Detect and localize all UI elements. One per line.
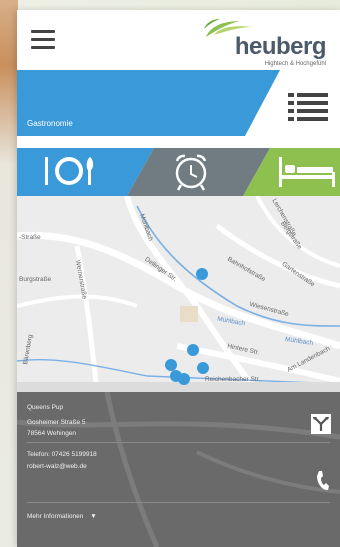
plate-cutlery-icon — [45, 157, 94, 185]
street-label: -Straße — [19, 234, 41, 241]
hamburger-icon[interactable] — [31, 30, 55, 50]
location-street: Gosheimer Straße 5 — [27, 419, 86, 426]
street-label: Reichenbacher Str. — [205, 376, 261, 383]
category-title: Gastronomie — [27, 119, 73, 128]
divider — [27, 502, 330, 503]
location-phone[interactable]: Telefon: 07426 5199918 — [27, 451, 97, 458]
tab-uebernachtung[interactable] — [257, 148, 340, 196]
caret-down-icon: ▼ — [90, 513, 97, 520]
divider — [27, 442, 330, 443]
street-label: Burgstraße — [19, 276, 52, 283]
logo-text: heuberg — [234, 33, 327, 60]
tab-gastronomie[interactable] — [17, 148, 127, 196]
heuberg-logo[interactable]: heuberg Hightech & Hochgefühl — [200, 15, 330, 67]
top-bar: heuberg Hightech & Hochgefühl — [17, 10, 340, 70]
category-tabs — [17, 148, 340, 196]
map-view[interactable]: Mühlbach Bergstraße Gartenstraße Bahnhof… — [17, 196, 340, 392]
phone-icon[interactable] — [315, 470, 329, 492]
alarm-clock-icon — [175, 154, 207, 191]
list-view-icon[interactable] — [288, 90, 328, 124]
tab-wecker[interactable] — [127, 148, 257, 196]
more-info-label: Mehr Informationen — [27, 513, 84, 520]
logo-tagline: Hightech & Hochgefühl — [264, 61, 326, 67]
category-banner: Gastronomie — [17, 70, 340, 148]
location-name: Queens Pup — [27, 404, 64, 411]
location-city: 78564 Wehingen — [27, 430, 77, 437]
route-sign-icon[interactable] — [311, 414, 331, 434]
background-photo — [0, 0, 18, 547]
location-info-panel: Queens Pup Gosheimer Straße 5 78564 Wehi… — [17, 392, 340, 547]
location-email[interactable]: robert-walz@web.de — [27, 463, 87, 470]
app-frame: heuberg Hightech & Hochgefühl Gastronomi… — [17, 10, 340, 547]
bed-icon — [279, 157, 335, 187]
more-info-toggle[interactable]: Mehr Informationen ▼ — [27, 513, 97, 520]
